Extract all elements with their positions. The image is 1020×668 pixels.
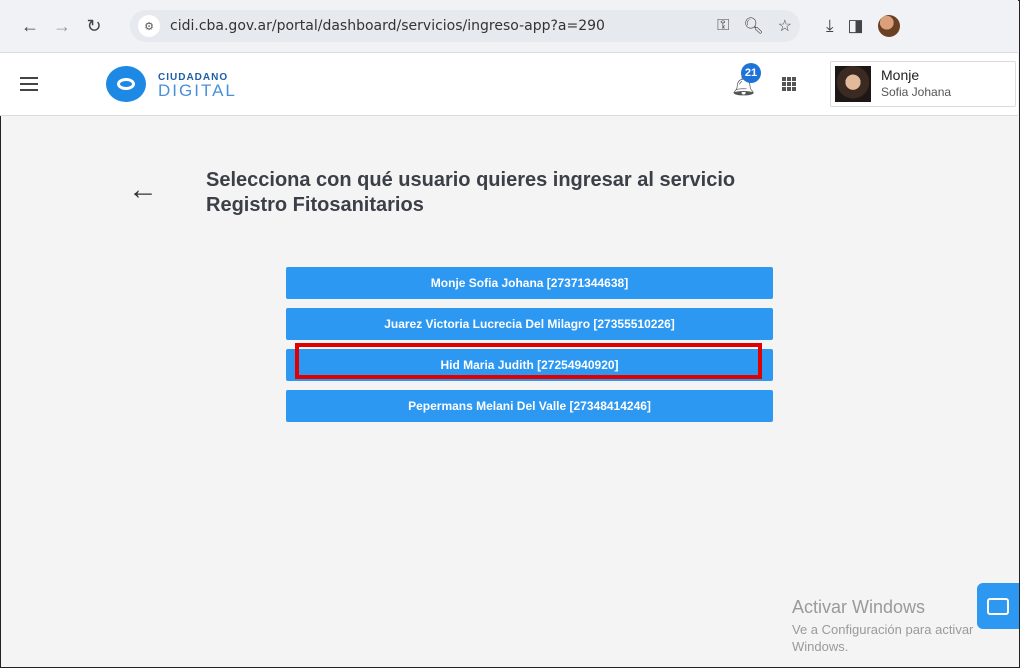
sidepanel-icon[interactable]: ◨ [848,16,864,36]
apps-grid-icon[interactable] [782,77,796,91]
user-button-juarez[interactable]: Juarez Victoria Lucrecia Del Milagro [27… [286,308,773,340]
user-name: Monje [881,67,920,83]
user-button-pepermans[interactable]: Pepermans Melani Del Valle [27348414246] [286,390,773,422]
page-title: Selecciona con qué usuario quieres ingre… [206,169,736,216]
logo-text-bottom: DIGITAL [158,81,237,100]
address-bar[interactable]: ⚙ cidi.cba.gov.ar/portal/dashboard/servi… [130,10,800,42]
windows-watermark: Activar Windows Ve a Configuración para … [792,597,973,654]
zoom-icon[interactable]: 🔍︎ [743,16,763,36]
browser-toolbar: ← → ↻ ⚙ cidi.cba.gov.ar/portal/dashboard… [0,0,1018,53]
user-button-monje[interactable]: Monje Sofia Johana [27371344638] [286,267,773,299]
back-icon[interactable]: ← [18,14,42,38]
profile-icon[interactable] [877,15,900,37]
site-info-icon[interactable]: ⚙ [138,15,160,37]
watermark-line1: Activar Windows [792,597,926,617]
download-icon[interactable]: ⤓ [826,16,834,36]
reload-icon[interactable]: ↻ [82,14,106,38]
url-text[interactable]: cidi.cba.gov.ar/portal/dashboard/servici… [170,18,605,34]
notification-badge[interactable]: 21 [741,63,761,83]
watermark-line3: Windows. [792,639,849,654]
user-subname: Sofia Johana [881,85,952,99]
key-icon[interactable]: ⚿ [717,17,729,35]
back-arrow-icon[interactable]: ← [128,175,158,205]
watermark-line2: Ve a Configuración para activar [792,622,974,637]
star-icon[interactable]: ☆ [778,16,792,36]
avatar [835,66,871,102]
chat-icon [987,597,1009,615]
menu-icon[interactable] [20,77,38,95]
forward-icon[interactable]: → [50,14,74,38]
user-card[interactable]: Monje Sofia Johana [830,61,1016,107]
chat-button[interactable] [977,583,1019,629]
logo-icon[interactable] [106,66,146,102]
app-header: CIUDADANO DIGITAL 🔔︎ 21 Monje Sofia Joha… [0,53,1018,116]
user-button-hid[interactable]: Hid Maria Judith [27254940920] [286,349,773,381]
